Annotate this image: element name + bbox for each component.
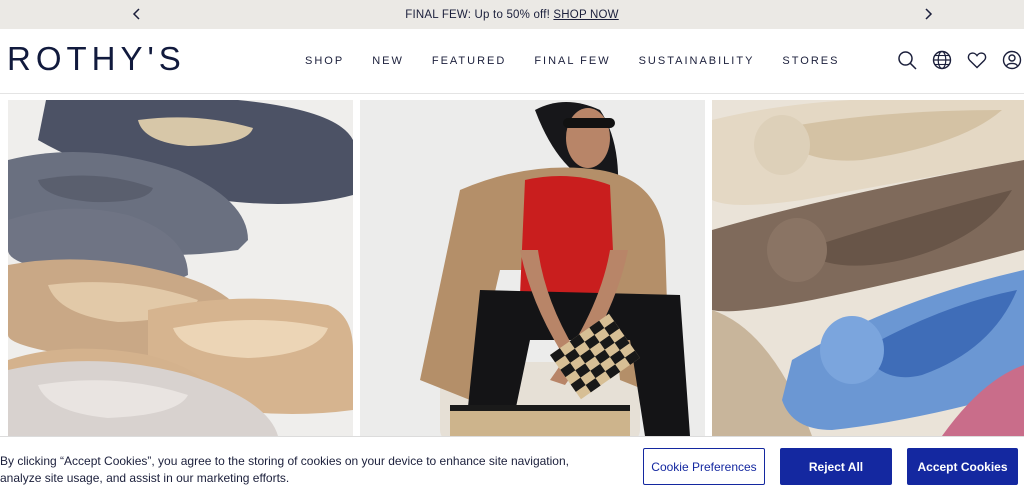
search-icon[interactable]	[897, 50, 917, 70]
accept-cookies-button[interactable]: Accept Cookies	[907, 448, 1018, 485]
brand-logo[interactable]: ROTHY'S	[7, 40, 186, 78]
header-icons	[897, 50, 1024, 70]
promo-bar: FINAL FEW: Up to 50% off! SHOP NOW	[0, 0, 1024, 29]
reject-all-button[interactable]: Reject All	[780, 448, 892, 485]
nav-item-shop[interactable]: SHOP	[305, 55, 344, 67]
nav-item-new[interactable]: NEW	[372, 55, 404, 67]
knit-flats-image[interactable]	[8, 100, 353, 436]
shop-now-link[interactable]: SHOP NOW	[553, 9, 618, 21]
model-image[interactable]	[360, 100, 705, 436]
nav-item-stores[interactable]: STORES	[782, 55, 839, 67]
cookie-message: By clicking “Accept Cookies”, you agree …	[0, 454, 569, 485]
promo-message: FINAL FEW: Up to 50% off! SHOP NOW	[405, 9, 618, 21]
cookie-banner: By clicking “Accept Cookies”, you agree …	[0, 436, 1024, 494]
knot-flats-image[interactable]	[712, 100, 1024, 436]
heart-icon[interactable]	[967, 50, 987, 70]
site-header: ROTHY'S SHOP NEW FEATURED FINAL FEW SUST…	[0, 29, 1024, 94]
nav-item-featured[interactable]: FEATURED	[432, 55, 506, 67]
main-nav: SHOP NEW FEATURED FINAL FEW SUSTAINABILI…	[305, 55, 867, 67]
account-icon[interactable]	[1002, 50, 1022, 70]
cookie-preferences-button[interactable]: Cookie Preferences	[643, 448, 765, 485]
chevron-left-icon[interactable]	[129, 6, 145, 22]
nav-item-final-few[interactable]: FINAL FEW	[534, 55, 610, 67]
promo-text: FINAL FEW: Up to 50% off!	[405, 8, 554, 21]
chevron-right-icon[interactable]	[920, 6, 936, 22]
globe-icon[interactable]	[932, 50, 952, 70]
nav-item-sustainability[interactable]: SUSTAINABILITY	[639, 55, 755, 67]
